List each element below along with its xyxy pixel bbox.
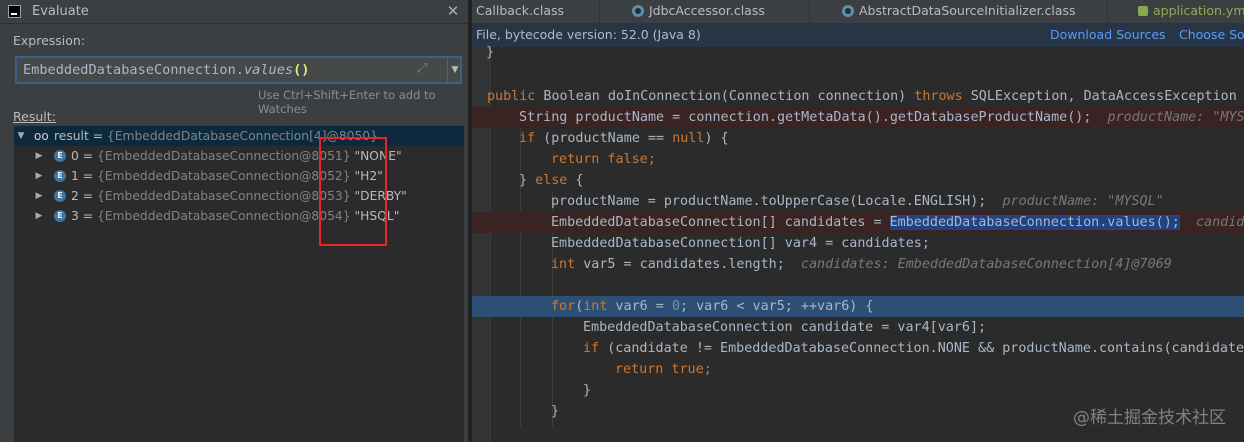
code-line: }	[583, 383, 592, 398]
expression-input[interactable]: EmbeddedDatabaseConnection.values() ⤢ ▼	[15, 56, 462, 84]
result-label: Result:	[13, 109, 56, 124]
editor-tab-bar: Callback.class JdbcAccessor.class Abstra…	[472, 0, 1244, 24]
enum-badge-icon: E	[54, 170, 66, 182]
watermark: @稀土掘金技术社区	[1073, 408, 1226, 428]
expand-arrow-icon[interactable]: ▶	[34, 186, 44, 206]
list-item[interactable]: ▶ E 2 = {EmbeddedDatabaseConnection@8053…	[14, 186, 464, 206]
watch-glasses-icon: oo	[34, 129, 49, 143]
list-item[interactable]: ▶ E 0 = {EmbeddedDatabaseConnection@8051…	[14, 146, 464, 166]
yaml-file-icon	[1138, 6, 1148, 16]
tab-label: Callback.class	[476, 3, 565, 18]
code-line: if (candidate != EmbeddedDatabaseConnect…	[583, 341, 1244, 356]
code-line: EmbeddedDatabaseConnection candidate = v…	[583, 320, 987, 335]
code-editor[interactable]: Callback.class JdbcAccessor.class Abstra…	[472, 0, 1244, 442]
code-line-breakpoint: String productName = connection.getMetaD…	[472, 107, 1244, 128]
watches-hint: Use Ctrl+Shift+Enter to add to Watches	[258, 88, 436, 116]
result-tree[interactable]: ▼ oo result = {EmbeddedDatabaseConnectio…	[14, 126, 464, 442]
tab-jdbcaccessor-class[interactable]: JdbcAccessor.class	[600, 0, 810, 23]
tab-label: JdbcAccessor.class	[649, 3, 765, 18]
code-line-current-execution: for(int var6 = 0; var6 < var5; ++var6) {	[472, 296, 1244, 317]
chevron-down-icon: ▼	[451, 65, 459, 75]
code-line: productName = productName.toUpperCase(Lo…	[551, 194, 1164, 209]
expand-arrow-icon[interactable]: ▶	[34, 206, 44, 226]
code-line: return false;	[551, 152, 656, 167]
enum-badge-icon: E	[54, 190, 66, 202]
class-file-icon	[842, 5, 854, 17]
close-button[interactable]: ✕	[444, 0, 462, 23]
selected-expression: EmbeddedDatabaseConnection.values();	[889, 215, 1180, 230]
annotation-box	[319, 137, 387, 246]
code-line: if (productName == null) {	[519, 131, 729, 146]
class-file-icon	[632, 5, 644, 17]
tab-label: application.ym	[1153, 3, 1244, 18]
tab-application-yml[interactable]: application.ym	[1108, 0, 1244, 23]
expand-editor-icon[interactable]: ⤢	[415, 62, 429, 76]
expression-label: Expression:	[13, 33, 86, 48]
code-line: int var5 = candidates.length; candidates…	[551, 257, 1172, 272]
list-item[interactable]: ▶ E 1 = {EmbeddedDatabaseConnection@8052…	[14, 166, 464, 186]
enum-badge-icon: E	[54, 210, 66, 222]
intellij-icon	[8, 5, 21, 18]
tab-callback-class[interactable]: Callback.class	[472, 0, 600, 23]
code-line: return true;	[615, 362, 712, 377]
code-line: }	[486, 45, 495, 60]
code-line: public Boolean doInConnection(Connection…	[487, 89, 1244, 104]
list-item[interactable]: ▶ E 3 = {EmbeddedDatabaseConnection@8054…	[14, 206, 464, 226]
dialog-title-bar[interactable]: Evaluate ✕	[0, 0, 468, 24]
history-dropdown-button[interactable]: ▼	[448, 58, 462, 82]
expand-arrow-icon[interactable]: ▶	[34, 146, 44, 166]
dialog-title: Evaluate	[32, 4, 89, 19]
expression-text[interactable]: EmbeddedDatabaseConnection.values()	[23, 58, 309, 82]
tab-label: AbstractDataSourceInitializer.class	[859, 3, 1076, 18]
result-root-row[interactable]: ▼ oo result = {EmbeddedDatabaseConnectio…	[14, 126, 464, 146]
tab-abstractdatasourceinitializer-class[interactable]: AbstractDataSourceInitializer.class	[810, 0, 1108, 23]
expand-arrow-icon[interactable]: ▶	[34, 166, 44, 186]
collapse-arrow-icon[interactable]: ▼	[16, 126, 26, 146]
enum-badge-icon: E	[54, 150, 66, 162]
close-icon: ✕	[446, 2, 460, 20]
code-line: EmbeddedDatabaseConnection[] var4 = cand…	[551, 236, 930, 251]
code-line-breakpoint: EmbeddedDatabaseConnection[] candidates …	[472, 212, 1244, 233]
code-line: } else {	[519, 173, 584, 188]
evaluate-dialog: Evaluate ✕ Expression: EmbeddedDatabaseC…	[0, 0, 472, 442]
